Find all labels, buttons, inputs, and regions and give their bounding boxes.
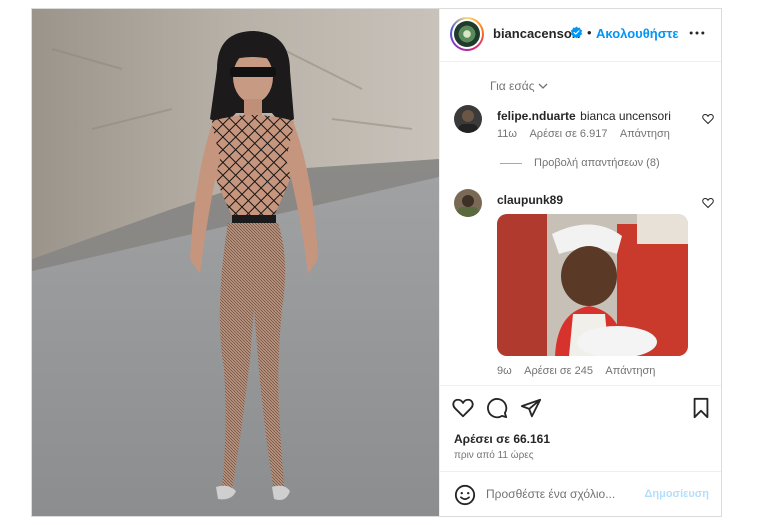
comment-avatar[interactable] [454, 189, 482, 217]
share-send-icon[interactable] [520, 397, 542, 419]
comment-like-icon[interactable] [702, 113, 714, 125]
comment-reply-button[interactable]: Απάντηση [620, 128, 670, 140]
post-header: biancacensori • Ακολουθήστε [440, 9, 721, 62]
comment-likes[interactable]: Αρέσει σε 245 [524, 365, 593, 377]
comment-like-icon[interactable] [702, 197, 714, 209]
actions-divider [440, 385, 721, 386]
comment-bubble-icon[interactable] [486, 397, 508, 419]
comment-body: claupunk89 [497, 191, 563, 209]
post-photo[interactable] [32, 9, 439, 516]
post-side-panel: biancacensori • Ακολουθήστε Για εσάς fel… [439, 9, 721, 516]
post-timestamp: πριν από 11 ώρες [454, 450, 534, 461]
save-bookmark-icon[interactable] [690, 397, 712, 419]
follow-button[interactable]: Ακολουθήστε [596, 26, 679, 41]
comment-body: felipe.nduarte bianca uncensori [497, 107, 697, 125]
author-avatar[interactable] [450, 17, 484, 51]
comment-avatar[interactable] [454, 105, 482, 133]
comments-sort-label: Για εσάς [490, 79, 535, 93]
like-heart-icon[interactable] [452, 397, 474, 419]
replies-divider [500, 163, 522, 164]
post-modal: biancacensori • Ακολουθήστε Για εσάς fel… [31, 8, 722, 517]
comment-username[interactable]: felipe.nduarte [497, 109, 576, 123]
post-likes-count[interactable]: Αρέσει σε 66.161 [454, 432, 550, 446]
comment-gif[interactable] [497, 214, 688, 356]
comment-meta: 11ω Αρέσει σε 6.917 Απάντηση [497, 128, 680, 140]
comment-meta: 9ω Αρέσει σε 245 Απάντηση [497, 365, 665, 377]
comment-age: 9ω [497, 365, 512, 377]
verified-badge-icon [570, 26, 583, 39]
view-replies-button[interactable]: Προβολή απαντήσεων (8) [534, 157, 660, 169]
photo-illustration [32, 9, 439, 516]
comment-text: bianca uncensori [580, 109, 671, 123]
more-options-icon[interactable] [687, 23, 707, 43]
author-username[interactable]: biancacensori [493, 26, 580, 41]
post-comment-button[interactable]: Δημοσίευση [644, 488, 709, 500]
comments-sort-dropdown[interactable]: Για εσάς [490, 79, 548, 93]
comment-username[interactable]: claupunk89 [497, 193, 563, 207]
header-separator: • [587, 25, 592, 40]
comment-likes[interactable]: Αρέσει σε 6.917 [529, 128, 607, 140]
comment-input[interactable] [486, 485, 636, 503]
comment-age: 11ω [497, 128, 518, 140]
emoji-icon[interactable] [454, 484, 476, 506]
comment-reply-button[interactable]: Απάντηση [605, 365, 655, 377]
chevron-down-icon [538, 83, 547, 90]
